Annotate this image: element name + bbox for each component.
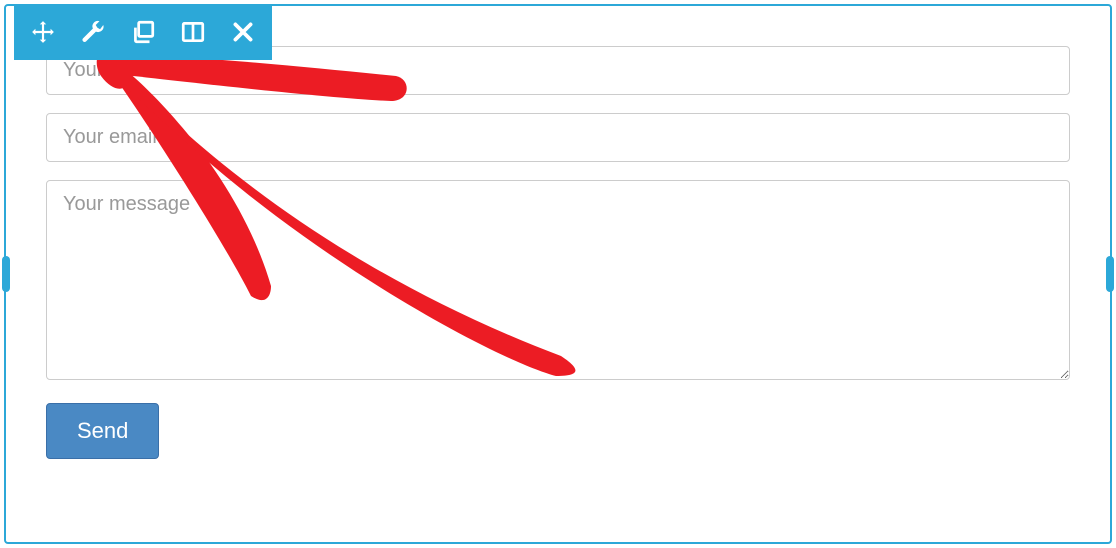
email-field-group [46, 113, 1070, 162]
email-input[interactable] [46, 113, 1070, 162]
send-button[interactable]: Send [46, 403, 159, 459]
form-container: Send [4, 4, 1112, 544]
columns-icon [180, 19, 206, 45]
duplicate-icon [130, 19, 156, 45]
move-icon [30, 19, 56, 45]
resize-handle-left[interactable] [2, 256, 10, 292]
editor-toolbar [14, 4, 272, 60]
duplicate-button[interactable] [118, 10, 168, 54]
message-textarea[interactable] [46, 180, 1070, 380]
resize-handle-right[interactable] [1106, 256, 1114, 292]
columns-button[interactable] [168, 10, 218, 54]
close-icon [230, 19, 256, 45]
settings-button[interactable] [68, 10, 118, 54]
delete-button[interactable] [218, 10, 268, 54]
move-button[interactable] [18, 10, 68, 54]
message-field-group [46, 180, 1070, 385]
wrench-icon [80, 19, 106, 45]
